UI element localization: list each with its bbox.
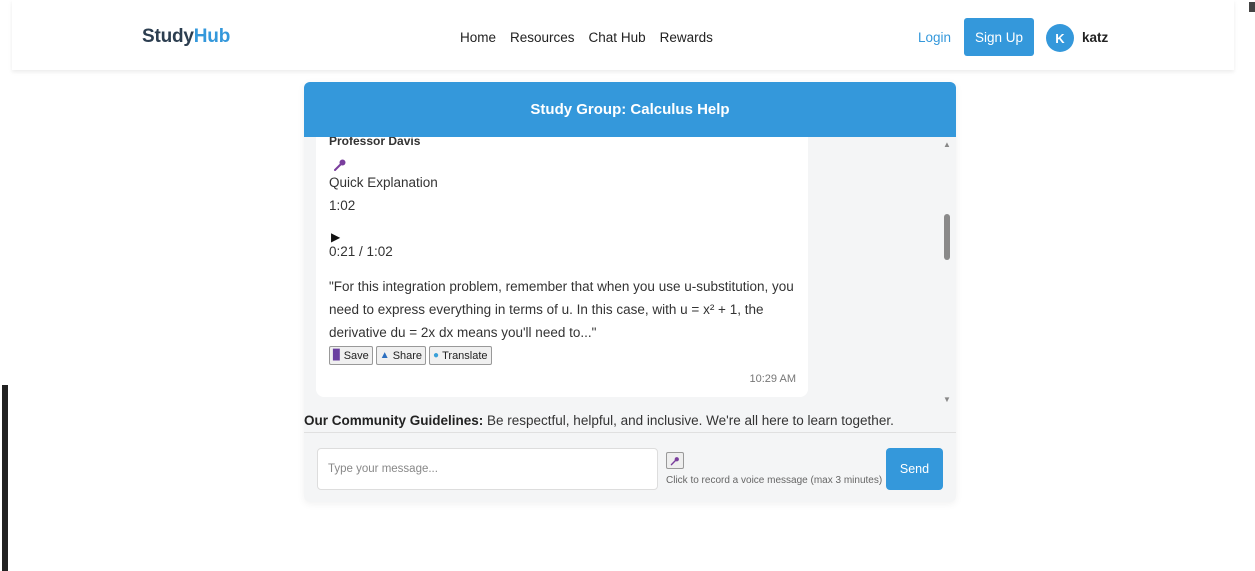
logo-part-hub: Hub <box>193 26 231 47</box>
save-button[interactable]: ▉ Save <box>329 346 373 365</box>
scroll-up-arrow-icon[interactable]: ▲ <box>943 140 951 149</box>
nav-chat-hub[interactable]: Chat Hub <box>589 30 646 45</box>
scrollbar-thumb[interactable] <box>944 214 950 260</box>
scroll-down-arrow-icon[interactable]: ▼ <box>943 395 951 404</box>
microphone-icon <box>670 456 679 465</box>
share-label: Share <box>392 349 423 362</box>
chat-title: Study Group: Calculus Help <box>304 82 956 137</box>
main-nav: Home Resources Chat Hub Rewards <box>460 30 713 45</box>
audio-title: Quick Explanation <box>329 175 438 190</box>
message-transcript: "For this integration problem, remember … <box>329 279 794 340</box>
message-sender: Professor Davis <box>329 137 421 148</box>
nav-resources[interactable]: Resources <box>510 30 575 45</box>
nav-home[interactable]: Home <box>460 30 496 45</box>
message-timestamp: 10:29 AM <box>749 373 796 385</box>
translate-button[interactable]: ● Translate <box>429 346 492 365</box>
floppy-disk-icon: ▉ <box>333 350 341 361</box>
translate-label: Translate <box>442 349 488 362</box>
nav-rewards[interactable]: Rewards <box>660 30 713 45</box>
audio-progress: 0:21 / 1:02 <box>329 244 393 259</box>
audio-duration: 1:02 <box>329 198 356 213</box>
record-hint: Click to record a voice message (max 3 m… <box>666 475 883 486</box>
message-composer: Click to record a voice message (max 3 m… <box>304 432 956 502</box>
send-button[interactable]: Send <box>886 448 943 490</box>
user-avatar[interactable]: K <box>1046 24 1074 52</box>
login-link[interactable]: Login <box>918 30 951 45</box>
voice-message: Professor Davis Quick Explanation 1:02 ▶… <box>316 137 808 397</box>
signup-button[interactable]: Sign Up <box>964 18 1034 56</box>
message-list[interactable]: Professor Davis Quick Explanation 1:02 ▶… <box>304 137 956 402</box>
play-icon[interactable]: ▶ <box>331 230 340 244</box>
message-input[interactable] <box>317 448 658 490</box>
globe-icon: ● <box>433 350 440 361</box>
page-scrollbar-cap[interactable] <box>1249 2 1255 12</box>
save-label: Save <box>343 349 369 362</box>
share-icon: ▲ <box>379 350 390 361</box>
guidelines-text: Be respectful, helpful, and inclusive. W… <box>483 413 894 428</box>
guidelines-label: Our Community Guidelines: <box>304 413 484 428</box>
message-actions: ▉ Save ▲ Share ● Translate <box>329 346 492 365</box>
share-button[interactable]: ▲ Share <box>375 346 427 365</box>
page-scrollbar-thumb[interactable] <box>2 385 8 571</box>
community-guidelines: Our Community Guidelines: Be respectful,… <box>304 413 894 428</box>
message-scrollbar[interactable]: ▲ ▼ <box>938 137 956 407</box>
page-scrollbar[interactable] <box>1247 0 1255 571</box>
logo[interactable]: StudyHub <box>142 26 230 48</box>
microphone-icon <box>333 158 347 175</box>
username[interactable]: katz <box>1082 30 1108 45</box>
record-voice-button[interactable] <box>666 452 684 469</box>
logo-part-study: Study <box>142 26 194 47</box>
